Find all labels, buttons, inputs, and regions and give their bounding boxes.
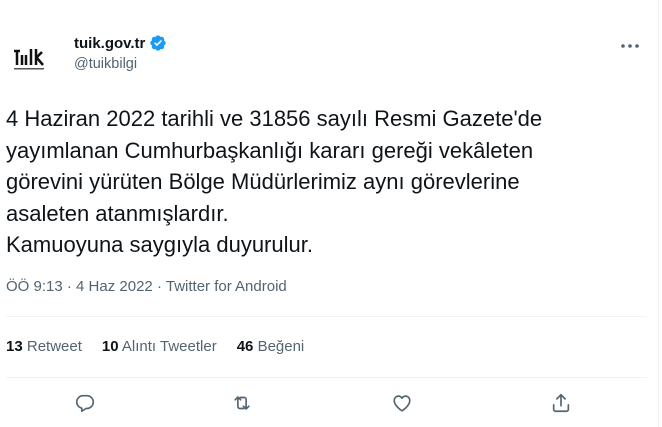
column-border	[658, 0, 659, 427]
divider	[6, 377, 647, 378]
quotes-label[interactable]: Alıntı Tweetler	[122, 338, 217, 355]
more-dots-icon[interactable]	[618, 36, 642, 56]
tweet-time[interactable]: ÖÖ 9:13	[6, 278, 63, 295]
likes-count[interactable]: 46	[237, 338, 254, 355]
tweet-text: 4 Haziran 2022 tarihli ve 31856 sayılı R…	[6, 106, 543, 257]
retweets-label[interactable]: Retweet	[27, 338, 82, 355]
tweet-actions	[0, 388, 655, 418]
retweet-button[interactable]	[227, 388, 257, 418]
tweet-stats: 13 Retweet 10 Alıntı Tweetler 46 Beğeni	[6, 338, 304, 355]
tuik-logo-icon	[14, 49, 44, 70]
meta-separator: ·	[156, 278, 162, 295]
share-icon	[552, 393, 570, 413]
retweet-icon	[234, 396, 250, 410]
verified-badge-icon	[150, 35, 167, 51]
meta-separator: ·	[66, 278, 72, 295]
avatar[interactable]	[6, 34, 54, 82]
heart-icon	[393, 395, 411, 412]
user-handle[interactable]: @tuikbilgi	[74, 56, 137, 72]
likes-label[interactable]: Beğeni	[258, 338, 305, 355]
quotes-count[interactable]: 10	[102, 338, 119, 355]
tweet-date[interactable]: 4 Haz 2022	[76, 278, 153, 295]
like-button[interactable]	[387, 388, 417, 418]
reply-button[interactable]	[70, 388, 100, 418]
display-name[interactable]: tuik.gov.tr	[74, 34, 167, 52]
quotes-stat[interactable]: 10 Alıntı Tweetler	[102, 338, 217, 355]
tweet-source[interactable]: Twitter for Android	[166, 278, 287, 295]
share-button[interactable]	[546, 388, 576, 418]
divider	[6, 316, 647, 317]
tweet-meta: ÖÖ 9:13 · 4 Haz 2022 · Twitter for Andro…	[6, 278, 287, 295]
retweets-stat[interactable]: 13 Retweet	[6, 338, 82, 355]
retweets-count[interactable]: 13	[6, 338, 23, 355]
tweet-header: tuik.gov.tr @tuikbilgi	[0, 0, 655, 90]
display-name-text[interactable]: tuik.gov.tr	[74, 35, 145, 52]
reply-icon	[75, 394, 95, 413]
likes-stat[interactable]: 46 Beğeni	[237, 338, 305, 355]
